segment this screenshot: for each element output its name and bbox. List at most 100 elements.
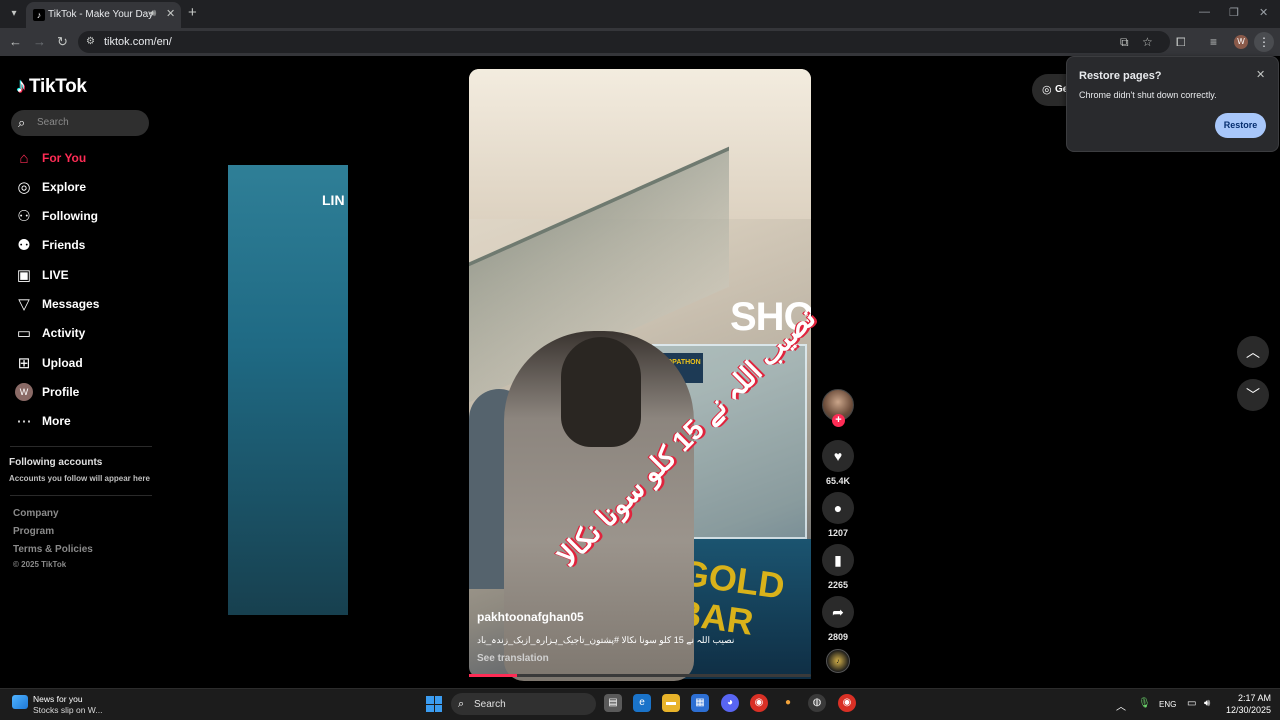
live-icon: ▣ xyxy=(16,267,32,284)
sidebar-item-label: Friends xyxy=(42,238,86,252)
discord-icon[interactable]: ◕ xyxy=(721,694,739,712)
comment-count: 1207 xyxy=(827,528,849,538)
tiktok-note-icon: ♪ xyxy=(16,75,26,97)
sidebar-item-label: Profile xyxy=(42,385,80,399)
save-count: 2265 xyxy=(827,580,849,590)
file-explorer-icon[interactable]: ▬ xyxy=(662,694,680,712)
tray-overflow-icon[interactable]: ︿ xyxy=(1116,698,1126,713)
video-scene-scarf xyxy=(561,337,641,447)
browser-tab[interactable]: ♪ TikTok - Make Your Day 🔊︎ ✕ xyxy=(26,2,181,28)
get-app-icon: ◎ xyxy=(1042,84,1052,96)
video-progress-bar[interactable] xyxy=(469,674,811,677)
restore-button[interactable]: Restore xyxy=(1215,113,1266,138)
profile-avatar: W xyxy=(15,383,33,401)
forward-icon[interactable]: → xyxy=(33,34,46,50)
sidebar-item-profile[interactable]: W Profile xyxy=(14,382,79,402)
back-icon[interactable]: ← xyxy=(9,34,22,50)
site-info-icon[interactable]: ⚙ xyxy=(86,36,95,47)
heart-icon: ♥ xyxy=(833,448,843,464)
comment-icon: ● xyxy=(833,500,843,516)
video-scene-booth xyxy=(228,165,348,615)
sidebar-item-following[interactable]: ⚇ Following xyxy=(14,206,98,226)
bookmark-icon: ▮ xyxy=(834,552,842,568)
sidebar-item-for-you[interactable]: ⌂ For You xyxy=(14,148,86,168)
sidebar-item-more[interactable]: ⋯ More xyxy=(14,411,71,431)
previous-video-button[interactable]: ︿ xyxy=(1237,336,1269,368)
sidebar-item-label: For You xyxy=(42,151,87,165)
address-bar[interactable] xyxy=(78,31,1170,53)
logo-text: TikTok xyxy=(29,75,87,97)
reload-icon[interactable]: ↻ xyxy=(57,34,68,50)
clock-time[interactable]: 2:17 AM xyxy=(1238,693,1271,703)
bookmark-star-icon[interactable]: ☆ xyxy=(1142,35,1153,49)
activity-icon: ▭ xyxy=(16,325,32,342)
footer-link-program[interactable]: Program xyxy=(13,526,54,537)
tab-search-icon[interactable]: ▾ xyxy=(4,4,24,24)
save-button[interactable]: ▮ xyxy=(822,544,854,576)
microphone-app-icon[interactable]: ● xyxy=(779,694,797,712)
sidebar-item-live[interactable]: ▣ LIVE xyxy=(14,265,69,285)
volume-icon[interactable]: 🔊︎ xyxy=(1204,698,1210,709)
news-widget-subtitle[interactable]: Stocks slip on W... xyxy=(33,705,102,715)
music-disc-icon[interactable]: ♪ xyxy=(826,649,850,673)
sidebar-divider xyxy=(10,495,152,496)
search-icon: ⌕ xyxy=(18,115,26,130)
next-video-button[interactable]: ﹀ xyxy=(1237,379,1269,411)
language-indicator[interactable]: ENG xyxy=(1159,700,1176,709)
video-caption: نصیب اللہ نے 15 کلو سونا نکالا #پشتون_تا… xyxy=(477,635,735,645)
video-scene-lin-text: LIN xyxy=(322,192,345,208)
obs-icon[interactable]: ◍ xyxy=(808,694,826,712)
browser-profile-avatar[interactable]: W xyxy=(1234,35,1248,49)
footer-link-terms[interactable]: Terms & Policies xyxy=(13,544,93,555)
chrome-profile-icon[interactable]: ◉ xyxy=(838,694,856,712)
taskbar-search-box[interactable] xyxy=(451,693,596,715)
video-progress-fill xyxy=(469,674,517,677)
sidebar-item-messages[interactable]: ▽ Messages xyxy=(14,294,99,314)
maximize-icon[interactable]: ❐ xyxy=(1229,6,1239,19)
new-tab-icon[interactable]: + xyxy=(188,4,197,22)
microphone-icon[interactable]: 🎙︎ xyxy=(1138,698,1151,709)
sidebar-item-label: LIVE xyxy=(42,268,69,282)
sidebar-item-explore[interactable]: ◎ Explore xyxy=(14,177,86,197)
close-icon[interactable]: ✕ xyxy=(166,7,175,20)
following-accounts-title: Following accounts xyxy=(9,457,103,468)
sidebar-item-activity[interactable]: ▭ Activity xyxy=(14,323,85,343)
minimize-icon[interactable]: — xyxy=(1199,6,1210,18)
sidebar-item-friends[interactable]: ⚉ Friends xyxy=(14,235,85,255)
extensions-icon[interactable]: ⧠ xyxy=(1176,35,1186,49)
tiktok-favicon: ♪ xyxy=(33,9,45,21)
share-count: 2809 xyxy=(827,632,849,642)
edge-icon[interactable]: e xyxy=(633,694,651,712)
tiktok-logo[interactable]: ♪ TikTok xyxy=(16,75,87,98)
taskbar-search-label: Search xyxy=(474,699,506,710)
home-icon: ⌂ xyxy=(19,149,29,167)
chrome-icon[interactable]: ◉ xyxy=(750,694,768,712)
install-app-icon[interactable]: ⧉ xyxy=(1120,35,1129,49)
copyright: © 2025 TikTok xyxy=(13,560,67,569)
search-input[interactable] xyxy=(11,110,149,136)
menu-icon[interactable]: ⋮ xyxy=(1254,32,1274,52)
sidebar-divider xyxy=(10,446,152,447)
media-control-icon[interactable]: ≡ xyxy=(1210,35,1217,49)
comment-button[interactable]: ● xyxy=(822,492,854,524)
close-icon[interactable]: ✕ xyxy=(1256,68,1265,81)
follow-plus-icon[interactable]: + xyxy=(832,414,845,427)
sidebar-item-upload[interactable]: ⊞ Upload xyxy=(14,353,83,373)
window-close-icon[interactable]: ✕ xyxy=(1259,6,1268,19)
store-icon[interactable]: ▦ xyxy=(691,694,709,712)
task-view-icon[interactable]: ▤ xyxy=(604,694,622,712)
network-icon[interactable]: ▭ xyxy=(1187,698,1196,709)
restore-popup-title: Restore pages? xyxy=(1079,70,1162,82)
clock-date[interactable]: 12/30/2025 xyxy=(1226,705,1271,715)
news-widget-title[interactable]: News for you xyxy=(33,694,83,704)
see-translation-link[interactable]: See translation xyxy=(477,653,549,664)
footer-link-company[interactable]: Company xyxy=(13,508,59,519)
windows-start-icon[interactable] xyxy=(426,696,442,712)
like-button[interactable]: ♥ xyxy=(822,440,854,472)
share-button[interactable]: ➦ xyxy=(822,596,854,628)
video-author-handle[interactable]: pakhtoonafghan05 xyxy=(477,610,584,624)
url-text[interactable]: tiktok.com/en/ xyxy=(104,36,172,48)
audio-icon[interactable]: 🔊︎ xyxy=(150,8,156,19)
news-widget-icon[interactable] xyxy=(12,695,28,709)
sidebar-item-label: Following xyxy=(42,209,98,223)
